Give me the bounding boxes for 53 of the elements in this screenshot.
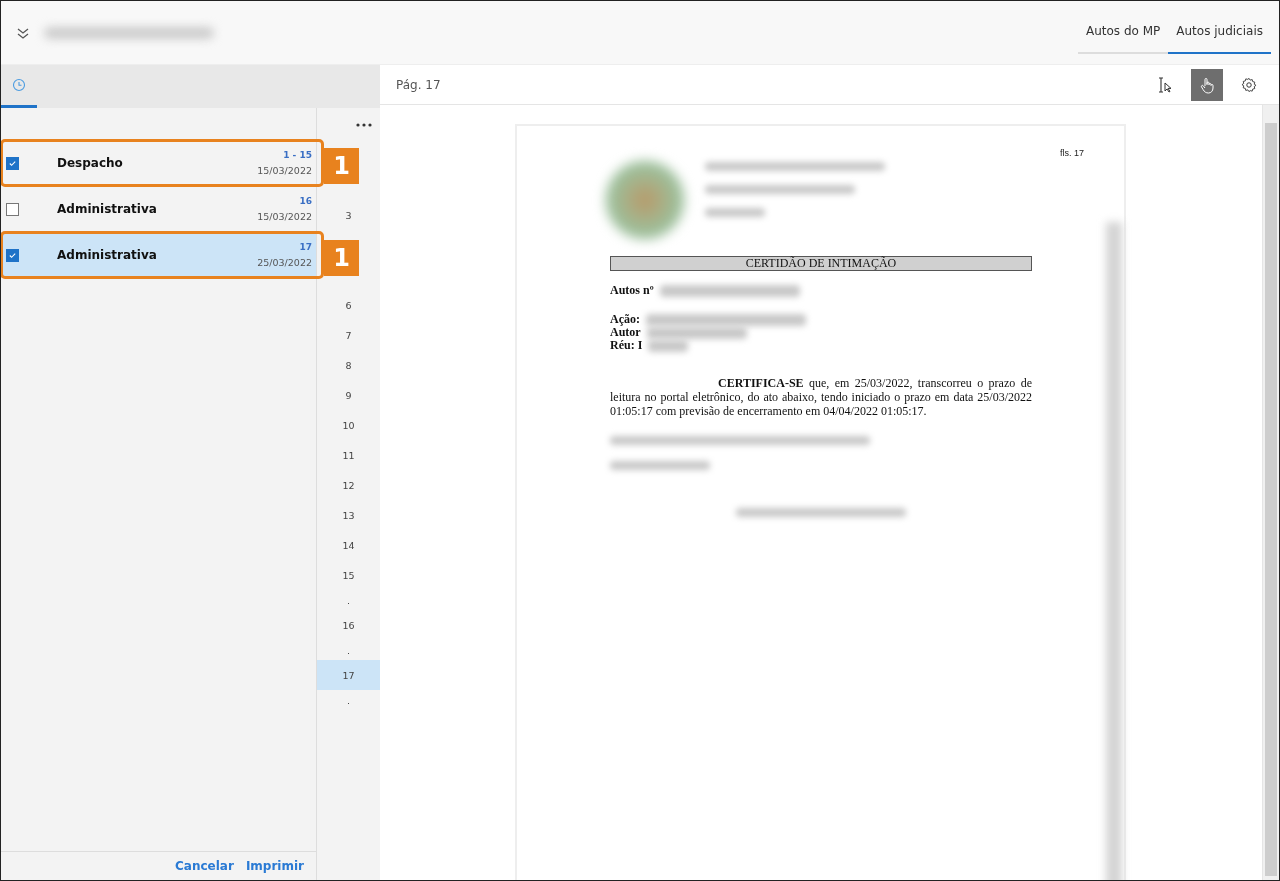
document-title: Administrativa — [57, 248, 158, 262]
tab[interactable]: Autos do MP — [1078, 9, 1169, 54]
document-row[interactable]: Administrativa 16 15/03/2022 — [1, 186, 316, 232]
page-number[interactable]: 13 — [317, 500, 380, 530]
page-separator: . — [346, 643, 351, 658]
page-number[interactable]: 11 — [317, 440, 380, 470]
field-label: Autor — [610, 325, 641, 339]
field-label: Autos nº — [610, 283, 654, 297]
checkbox[interactable] — [6, 202, 19, 216]
checkbox[interactable] — [6, 156, 19, 170]
checkmark-icon — [8, 250, 17, 260]
page-number[interactable]: 12 — [317, 470, 380, 500]
more-icon[interactable] — [356, 123, 372, 127]
document-date: 25/03/2022 — [257, 257, 312, 268]
folio-number: fls. 17 — [1060, 148, 1084, 158]
page-number[interactable]: 15 — [317, 560, 380, 590]
page-number[interactable]: 14 — [317, 530, 380, 560]
page-separator: . — [346, 693, 351, 708]
certificate-paragraph: CERTIFICA-SE que, em 25/03/2022, transcorreu o prazo de leitura no portal eletrônico, do ato abaixo, tendo iniciado o prazo em data 25/03/2022 01:05:17 com previsão de encerramento em 04/04/2022 01:05:17. — [610, 376, 1032, 418]
tab[interactable]: Autos judiciais — [1168, 9, 1271, 54]
callout-badge: 1 — [324, 148, 359, 184]
document-title: Administrativa — [57, 202, 158, 216]
page-number[interactable]: 7 — [317, 320, 380, 350]
hand-icon — [1198, 75, 1216, 94]
scrollbar[interactable] — [1262, 105, 1279, 880]
callout-badge: 1 — [324, 240, 359, 276]
checkmark-icon — [8, 158, 17, 168]
hand-tool-button[interactable] — [1191, 68, 1223, 101]
page-separator: . — [346, 593, 351, 608]
page-number[interactable]: 17 — [317, 660, 380, 690]
page-number[interactable]: 8 — [317, 350, 380, 380]
page-range: 17 — [299, 242, 312, 252]
document-date: 15/03/2022 — [257, 211, 312, 222]
blurred-text — [705, 208, 765, 217]
text-cursor-icon — [1156, 75, 1174, 94]
page-number[interactable]: 3 — [317, 200, 380, 230]
document-heading: CERTIDÃO DE INTIMAÇÃO — [610, 256, 1032, 271]
action-link[interactable]: Imprimir — [245, 859, 304, 873]
page-range: 16 — [299, 196, 312, 206]
page-number[interactable]: 9 — [317, 380, 380, 410]
document-title: Despacho — [57, 156, 124, 170]
page-range: 1 - 15 — [283, 150, 312, 160]
page-number[interactable]: 16 — [317, 610, 380, 640]
field-label: Ação: — [610, 312, 640, 326]
checkbox[interactable] — [6, 248, 19, 262]
page-number[interactable]: 6 — [317, 290, 380, 320]
field-label: Réu: I — [610, 338, 643, 352]
page-number[interactable]: 10 — [317, 410, 380, 440]
gear-icon — [1241, 76, 1257, 93]
page-label: Pág. 17 — [396, 77, 441, 92]
document-date: 15/03/2022 — [257, 165, 312, 176]
action-link[interactable]: Cancelar — [175, 859, 234, 873]
clock-icon — [12, 78, 26, 92]
